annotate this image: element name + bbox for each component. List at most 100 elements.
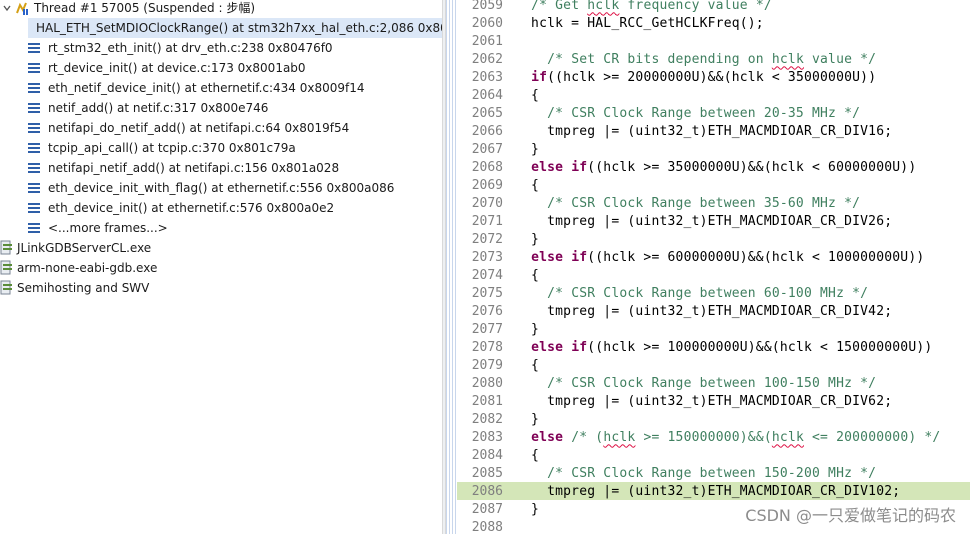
stack-frame-row[interactable]: rt_stm32_eth_init() at drv_eth.c:238 0x8…	[28, 38, 333, 58]
code-line[interactable]: 2068 else if((hclk >= 35000000U)&&(hclk …	[457, 158, 970, 176]
code-text: tmpreg |= (uint32_t)ETH_MACMDIOAR_CR_DIV…	[515, 393, 893, 409]
process-row[interactable]: Semihosting and SWV	[0, 278, 149, 298]
code-text: /* CSR Clock Range between 60-100 MHz */	[547, 285, 869, 301]
line-number: 2062	[471, 51, 503, 67]
code-line[interactable]: 2083 else /* (hclk >= 150000000)&&(hclk …	[457, 428, 970, 446]
line-number: 2078	[471, 339, 503, 355]
code-text: /* Get hclk frequency value */	[531, 0, 772, 13]
code-line[interactable]: 2072 }	[457, 230, 970, 248]
code-line[interactable]: 2065 /* CSR Clock Range between 20-35 MH…	[457, 104, 970, 122]
code-text: tmpreg |= (uint32_t)ETH_MACMDIOAR_CR_DIV…	[515, 213, 893, 229]
code-line[interactable]: 2075 /* CSR Clock Range between 60-100 M…	[457, 284, 970, 302]
code-line[interactable]: 2066 tmpreg |= (uint32_t)ETH_MACMDIOAR_C…	[457, 122, 970, 140]
code-line[interactable]: 2074 {	[457, 266, 970, 284]
line-number: 2064	[471, 87, 503, 103]
stack-frame-row[interactable]: netifapi_netif_add() at netifapi.c:156 0…	[28, 158, 339, 178]
line-number: 2071	[471, 213, 503, 229]
line-number: 2059	[471, 0, 503, 13]
code-text: else if((hclk >= 35000000U)&&(hclk < 600…	[531, 159, 917, 175]
stack-frame-row[interactable]: eth_device_init() at ethernetif.c:576 0x…	[28, 198, 334, 218]
line-number: 2060	[471, 15, 503, 31]
editor-ruler	[446, 0, 457, 534]
process-row[interactable]: arm-none-eabi-gdb.exe	[0, 258, 157, 278]
code-line[interactable]: 2073 else if((hclk >= 60000000U)&&(hclk …	[457, 248, 970, 266]
code-text: /* CSR Clock Range between 20-35 MHz */	[547, 105, 861, 121]
stack-frame-row[interactable]: tcpip_api_call() at tcpip.c:370 0x801c79…	[28, 138, 296, 158]
code-line[interactable]: 2070 /* CSR Clock Range between 35-60 MH…	[457, 194, 970, 212]
line-number: 2072	[471, 231, 503, 247]
code-text: if((hclk >= 20000000U)&&(hclk < 35000000…	[531, 69, 877, 85]
code-text: {	[515, 447, 540, 463]
line-number: 2080	[471, 375, 503, 391]
stack-frame-icon	[28, 43, 40, 53]
process-icon	[0, 240, 12, 255]
stack-frame-row[interactable]: eth_netif_device_init() at ethernetif.c:…	[28, 78, 365, 98]
code-line[interactable]: 2069 {	[457, 176, 970, 194]
process-row[interactable]: JLinkGDBServerCL.exe	[0, 238, 151, 258]
code-line[interactable]: 2078 else if((hclk >= 100000000U)&&(hclk…	[457, 338, 970, 356]
code-text: else if((hclk >= 60000000U)&&(hclk < 100…	[531, 249, 925, 265]
watermark: CSDN @一只爱做笔记的码农	[745, 506, 956, 525]
line-number: 2069	[471, 177, 503, 193]
code-line[interactable]: 2059 /* Get hclk frequency value */	[457, 0, 970, 14]
more-frames-row[interactable]: <...more frames...>	[28, 218, 168, 238]
line-number: 2082	[471, 411, 503, 427]
code-line[interactable]: 2084 {	[457, 446, 970, 464]
line-number: 2088	[471, 519, 503, 534]
code-line[interactable]: 2063 if((hclk >= 20000000U)&&(hclk < 350…	[457, 68, 970, 86]
stack-frame-row[interactable]: eth_device_init_with_flag() at etherneti…	[28, 178, 394, 198]
code-line[interactable]: 2061	[457, 32, 970, 50]
code-line[interactable]: 2082 }	[457, 410, 970, 428]
code-line[interactable]: 2080 /* CSR Clock Range between 100-150 …	[457, 374, 970, 392]
line-number: 2087	[471, 501, 503, 517]
stack-frame-icon	[28, 63, 40, 73]
thread-suspended-icon	[16, 2, 28, 15]
line-number: 2070	[471, 195, 503, 211]
code-line[interactable]: 2067 }	[457, 140, 970, 158]
stack-frame-row[interactable]: HAL_ETH_SetMDIOClockRange() at stm32h7xx…	[28, 18, 442, 38]
code-line[interactable]: 2085 /* CSR Clock Range between 150-200 …	[457, 464, 970, 482]
stack-frame-row[interactable]: netifapi_do_netif_add() at netifapi.c:64…	[28, 118, 349, 138]
code-editor[interactable]: 2059 /* Get hclk frequency value */ 2060…	[446, 0, 970, 534]
code-line[interactable]: 2077 }	[457, 320, 970, 338]
code-text: /* CSR Clock Range between 150-200 MHz *…	[547, 465, 877, 481]
line-number: 2068	[471, 159, 503, 175]
stack-frame-icon	[28, 143, 40, 153]
stack-frame-row[interactable]: netif_add() at netif.c:317 0x800e746	[28, 98, 268, 118]
thread-label: Thread #1 57005 (Suspended : 步幅)	[34, 1, 255, 15]
code-text: }	[515, 141, 540, 157]
stack-frame-icon	[28, 163, 40, 173]
chevron-down-icon[interactable]	[2, 3, 12, 13]
line-number: 2083	[471, 429, 503, 445]
line-number: 2077	[471, 321, 503, 337]
code-line[interactable]: 2081 tmpreg |= (uint32_t)ETH_MACMDIOAR_C…	[457, 392, 970, 410]
code-text: }	[515, 231, 540, 247]
line-number: 2086	[471, 483, 503, 499]
code-text: else /* (hclk >= 150000000)&&(hclk <= 20…	[531, 429, 941, 445]
code-text: {	[515, 357, 540, 373]
code-text: /* CSR Clock Range between 35-60 MHz */	[547, 195, 861, 211]
code-text: tmpreg |= (uint32_t)ETH_MACMDIOAR_CR_DIV…	[515, 483, 901, 499]
code-text: {	[515, 177, 540, 193]
line-number: 2061	[471, 33, 503, 49]
code-line[interactable]: 2062 /* Set CR bits depending on hclk va…	[457, 50, 970, 68]
stack-frame-icon	[28, 203, 40, 213]
code-line[interactable]: 2071 tmpreg |= (uint32_t)ETH_MACMDIOAR_C…	[457, 212, 970, 230]
line-number: 2081	[471, 393, 503, 409]
line-number: 2066	[471, 123, 503, 139]
current-instruction-line[interactable]: 2086 tmpreg |= (uint32_t)ETH_MACMDIOAR_C…	[457, 482, 970, 500]
thread-row[interactable]: Thread #1 57005 (Suspended : 步幅)	[0, 0, 255, 18]
code-line[interactable]: 2079 {	[457, 356, 970, 374]
code-line[interactable]: 2076 tmpreg |= (uint32_t)ETH_MACMDIOAR_C…	[457, 302, 970, 320]
code-text: {	[515, 87, 540, 103]
code-text: {	[515, 267, 540, 283]
stack-frame-row[interactable]: rt_device_init() at device.c:173 0x8001a…	[28, 58, 306, 78]
code-text: hclk = HAL_RCC_GetHCLKFreq();	[515, 15, 764, 31]
line-number: 2074	[471, 267, 503, 283]
stack-frame-icon	[28, 123, 40, 133]
line-number: 2085	[471, 465, 503, 481]
code-text: }	[515, 411, 540, 427]
code-line[interactable]: 2060 hclk = HAL_RCC_GetHCLKFreq();	[457, 14, 970, 32]
process-icon	[0, 260, 12, 275]
code-line[interactable]: 2064 {	[457, 86, 970, 104]
